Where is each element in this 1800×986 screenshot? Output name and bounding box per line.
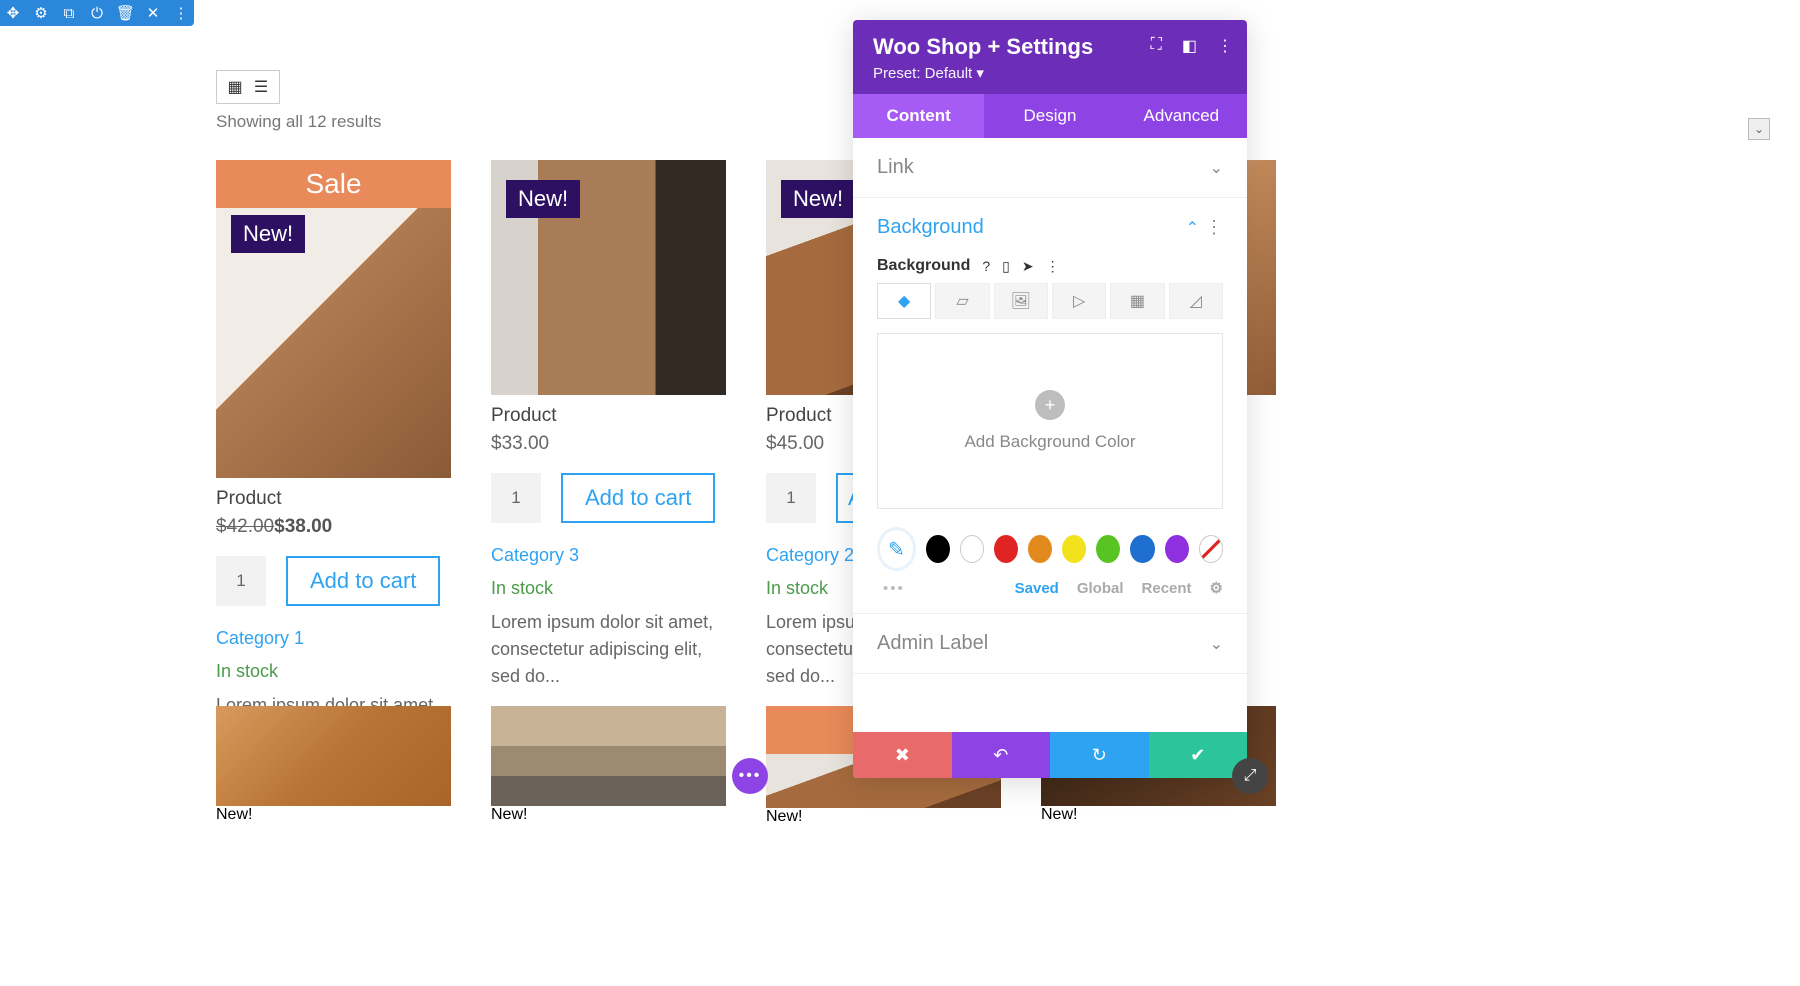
- tab-design[interactable]: Design: [984, 94, 1115, 138]
- swatch-orange[interactable]: [1028, 535, 1052, 563]
- background-label: Background: [877, 257, 970, 275]
- plus-icon: +: [1035, 390, 1065, 420]
- close-icon[interactable]: ✕: [144, 4, 162, 22]
- bg-tab-video[interactable]: ▷: [1052, 283, 1106, 319]
- new-badge: New!: [1041, 806, 1276, 824]
- add-to-cart-button[interactable]: Add to cart: [561, 473, 715, 523]
- tab-content[interactable]: Content: [853, 94, 984, 138]
- more-icon[interactable]: ⋮: [1217, 36, 1233, 56]
- chevron-up-icon: ⌃: [1186, 220, 1199, 237]
- product-image[interactable]: [216, 706, 451, 806]
- product-card[interactable]: Sale New! Product $42.00$38.00 Add to ca…: [216, 160, 451, 773]
- stock-status: In stock: [491, 578, 726, 599]
- section-toggle[interactable]: Admin Label ⌄: [853, 614, 1247, 673]
- quantity-input[interactable]: [766, 473, 816, 523]
- section-admin-label: Admin Label ⌄: [853, 614, 1247, 674]
- list-view-icon[interactable]: ☰: [251, 77, 271, 97]
- settings-panel: Woo Shop + Settings Preset: Default ▾ ⛶ …: [853, 20, 1247, 778]
- swatch-white[interactable]: [960, 535, 984, 563]
- tab-advanced[interactable]: Advanced: [1116, 94, 1247, 138]
- swatch-purple[interactable]: [1165, 535, 1189, 563]
- quantity-input[interactable]: [216, 556, 266, 606]
- product-image[interactable]: [491, 706, 726, 806]
- undo-button[interactable]: ↶: [952, 732, 1051, 778]
- panel-header[interactable]: Woo Shop + Settings Preset: Default ▾ ⛶ …: [853, 20, 1247, 94]
- discard-button[interactable]: ✖: [853, 732, 952, 778]
- swatch-black[interactable]: [926, 535, 950, 563]
- quantity-input[interactable]: [491, 473, 541, 523]
- product-price: $42.00$38.00: [216, 516, 451, 538]
- section-more-icon[interactable]: ⋮: [1205, 217, 1223, 237]
- snap-icon[interactable]: ◧: [1182, 36, 1197, 56]
- more-icon[interactable]: ⋮: [172, 4, 190, 22]
- duplicate-icon[interactable]: ⧉: [60, 5, 78, 22]
- palette-tab-global[interactable]: Global: [1077, 580, 1124, 597]
- module-options-fab[interactable]: •••: [732, 758, 768, 794]
- eyedropper-icon[interactable]: ✎: [877, 527, 916, 571]
- panel-body: Link ⌄ Background ⌃⋮ Background ? ▯ ➤ ⋮ …: [853, 138, 1247, 732]
- grid-view-icon[interactable]: ▦: [225, 77, 245, 97]
- move-icon[interactable]: ✥: [4, 4, 22, 22]
- expand-fab[interactable]: ⤢: [1232, 758, 1268, 794]
- product-title: Product: [491, 405, 726, 427]
- product-card[interactable]: New!: [491, 706, 726, 826]
- product-category[interactable]: Category 1: [216, 628, 451, 649]
- trash-icon[interactable]: 🗑: [116, 4, 134, 22]
- product-title: Product: [216, 488, 451, 510]
- preset-selector[interactable]: Preset: Default ▾: [873, 64, 1227, 82]
- add-to-cart-button[interactable]: Add to cart: [286, 556, 440, 606]
- expand-icon[interactable]: ⛶: [1151, 36, 1162, 56]
- swatch-none[interactable]: [1199, 535, 1223, 563]
- more-icon[interactable]: ⋮: [1046, 258, 1060, 275]
- stock-status: In stock: [216, 661, 451, 682]
- new-badge: New!: [216, 806, 451, 824]
- add-background-color[interactable]: + Add Background Color: [877, 333, 1223, 509]
- product-card[interactable]: New!: [216, 706, 451, 826]
- bg-tab-mask[interactable]: ◿: [1169, 283, 1223, 319]
- sale-badge: Sale: [216, 160, 451, 208]
- panel-tabs: Content Design Advanced: [853, 94, 1247, 138]
- swatch-red[interactable]: [994, 535, 1018, 563]
- bg-tab-color[interactable]: ◆: [877, 283, 931, 319]
- panel-footer: ✖ ↶ ↻ ✔: [853, 732, 1247, 778]
- hover-icon[interactable]: ➤: [1022, 258, 1034, 275]
- swatch-yellow[interactable]: [1062, 535, 1086, 563]
- section-toggle[interactable]: Link ⌄: [853, 138, 1247, 197]
- swatch-blue[interactable]: [1130, 535, 1154, 563]
- power-icon[interactable]: ⏻: [88, 5, 106, 22]
- view-toggle: ▦ ☰: [216, 70, 280, 104]
- bg-tab-image[interactable]: 🖼: [994, 283, 1048, 319]
- redo-button[interactable]: ↻: [1050, 732, 1149, 778]
- palette-more-icon[interactable]: •••: [883, 580, 905, 597]
- palette-settings-icon[interactable]: ⚙: [1210, 579, 1223, 597]
- bg-tab-pattern[interactable]: ▦: [1110, 283, 1164, 319]
- product-card[interactable]: New! Product $33.00 Add to cart Category…: [491, 160, 726, 773]
- new-badge: New!: [231, 215, 305, 253]
- help-icon[interactable]: ?: [982, 258, 990, 274]
- swatch-green[interactable]: [1096, 535, 1120, 563]
- palette-tab-saved[interactable]: Saved: [1015, 580, 1059, 597]
- section-toggle[interactable]: Background ⌃⋮: [853, 198, 1247, 257]
- section-background: Background ⌃⋮ Background ? ▯ ➤ ⋮ ◆ ▱ 🖼 ▷…: [853, 198, 1247, 614]
- chevron-down-icon: ⌄: [1210, 634, 1223, 654]
- element-toolbar: ✥ ⚙ ⧉ ⏻ 🗑 ✕ ⋮: [0, 0, 194, 26]
- responsive-icon[interactable]: ▯: [1002, 258, 1010, 275]
- new-badge: New!: [766, 808, 1001, 826]
- chevron-down-icon: ⌄: [1210, 158, 1223, 178]
- gear-icon[interactable]: ⚙: [32, 4, 50, 22]
- new-badge: New!: [506, 180, 580, 218]
- product-description: Lorem ipsum dolor sit amet, consectetur …: [491, 609, 726, 690]
- new-badge: New!: [781, 180, 855, 218]
- product-category[interactable]: Category 3: [491, 545, 726, 566]
- bg-tab-gradient[interactable]: ▱: [935, 283, 989, 319]
- section-link: Link ⌄: [853, 138, 1247, 198]
- product-price: $33.00: [491, 433, 726, 455]
- sort-dropdown-icon[interactable]: ⌄: [1748, 118, 1770, 140]
- palette-tab-recent[interactable]: Recent: [1142, 580, 1192, 597]
- color-palette: ✎: [853, 527, 1247, 579]
- new-badge: New!: [491, 806, 726, 824]
